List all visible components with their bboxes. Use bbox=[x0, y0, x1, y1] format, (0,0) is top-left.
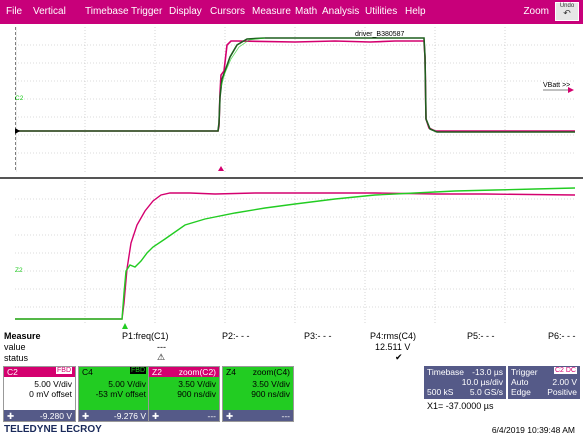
z2-tdiv: 900 ns/div bbox=[177, 389, 216, 399]
upper-waveform-grid[interactable]: driver_B380587 C2 VBatt >> bbox=[14, 27, 575, 172]
measure-row-status-label: status bbox=[4, 353, 29, 363]
menu-utilities[interactable]: Utilities bbox=[365, 6, 397, 17]
z2-channel-marker[interactable]: Z2 bbox=[15, 267, 23, 274]
trigger-box[interactable]: Trigger C2 DC Auto 2.00 V Edge Positive bbox=[508, 366, 580, 399]
zoom-label[interactable]: Zoom bbox=[523, 6, 549, 17]
timebase-box[interactable]: Timebase -13.0 µs 10.0 µs/div 500 kS 5.0… bbox=[424, 366, 506, 399]
checkmark-icon: ✔ bbox=[395, 352, 403, 362]
timebase-rate: 5.0 GS/s bbox=[469, 387, 503, 397]
c2-offset: 0 mV offset bbox=[29, 389, 72, 399]
menu-file[interactable]: File bbox=[6, 6, 22, 17]
timebase-label: Timebase bbox=[427, 367, 465, 377]
trigger-slope: Positive bbox=[547, 387, 577, 397]
lower-waveform-svg: Z2 bbox=[15, 181, 576, 325]
z4-id: Z4 bbox=[226, 367, 236, 377]
c4-vdiv: 5.00 V/div bbox=[108, 379, 146, 389]
measure-p4-name[interactable]: P4:rms(C4) bbox=[370, 331, 416, 341]
measure-p1-value: --- bbox=[157, 342, 166, 352]
menu-help[interactable]: Help bbox=[405, 6, 426, 17]
lower-gridlines bbox=[15, 181, 575, 325]
menu-timebase[interactable]: Timebase bbox=[85, 6, 129, 17]
channel-z2-box[interactable]: Z2 zoom(C2) 3.50 V/div 900 ns/div ✚ --- bbox=[148, 366, 220, 422]
measure-row-value-label: value bbox=[4, 342, 26, 352]
menu-analysis[interactable]: Analysis bbox=[322, 6, 359, 17]
trigger-type: Edge bbox=[511, 387, 531, 397]
z4-tag: zoom(C4) bbox=[252, 367, 290, 377]
measure-p2-name[interactable]: P2:- - - bbox=[222, 331, 250, 341]
z4-tdiv: 900 ns/div bbox=[251, 389, 290, 399]
c4-offset: -53 mV offset bbox=[95, 389, 146, 399]
c2-vdiv: 5.00 V/div bbox=[34, 379, 72, 389]
c4-id: C4 bbox=[82, 367, 93, 377]
c2-tag: FBD bbox=[56, 367, 72, 374]
z2-id: Z2 bbox=[152, 367, 162, 377]
c4-footer-icon: ✚ bbox=[82, 411, 90, 421]
brand-logo: TELEDYNE LECROY bbox=[4, 424, 102, 435]
menu-bar: File Vertical Timebase Trigger Display C… bbox=[0, 0, 583, 24]
c4-footer-value: -9.276 V bbox=[113, 411, 146, 421]
z4-footer-icon: ✚ bbox=[226, 411, 234, 421]
c4-tag: FBD bbox=[130, 367, 146, 374]
vbatt-label: VBatt >> bbox=[543, 82, 570, 89]
menu-vertical[interactable]: Vertical bbox=[33, 6, 66, 17]
z4-vdiv: 3.50 V/div bbox=[252, 379, 290, 389]
lower-waveform-grid[interactable]: Z2 bbox=[15, 181, 576, 325]
c2-footer-icon: ✚ bbox=[7, 411, 15, 421]
channel-c4-box[interactable]: C4 FBD 5.00 V/div -53 mV offset ✚ -9.276… bbox=[78, 366, 150, 422]
trigger-label: Trigger bbox=[511, 367, 538, 377]
z2-footer-value: --- bbox=[207, 411, 217, 421]
measure-p5-name[interactable]: P5:- - - bbox=[467, 331, 495, 341]
measure-p4-value: 12.511 V bbox=[375, 342, 411, 352]
measure-table: Measure value status P1:freq(C1) --- ⚠ P… bbox=[0, 329, 583, 365]
measure-p6-name[interactable]: P6:- - - bbox=[548, 331, 576, 341]
undo-icon: ↶ bbox=[563, 8, 571, 18]
trigger-tag: C2 DC bbox=[553, 367, 577, 374]
measure-p3-name[interactable]: P3:- - - bbox=[304, 331, 332, 341]
c2-channel-marker[interactable]: C2 bbox=[15, 95, 24, 102]
z4-footer-value: --- bbox=[281, 411, 291, 421]
menu-trigger[interactable]: Trigger bbox=[131, 6, 162, 17]
menu-measure[interactable]: Measure bbox=[252, 6, 291, 17]
undo-button[interactable]: Undo ↶ bbox=[555, 2, 579, 21]
trigger-mode: Auto bbox=[511, 377, 529, 387]
waveform-annotation: driver_B380587 bbox=[355, 31, 405, 38]
channel-c2-box[interactable]: C2 FBD 5.00 V/div 0 mV offset ✚ -9.280 V bbox=[3, 366, 76, 422]
timebase-div: 10.0 µs/div bbox=[461, 377, 503, 387]
warning-icon: ⚠ bbox=[157, 352, 166, 362]
menu-display[interactable]: Display bbox=[169, 6, 202, 17]
grid-separator bbox=[0, 177, 583, 179]
cursor-readout: X1= -37.0000 µs bbox=[427, 401, 494, 411]
channel-z4-box[interactable]: Z4 zoom(C4) 3.50 V/div 900 ns/div ✚ --- bbox=[222, 366, 294, 422]
timebase-samples: 500 kS bbox=[427, 387, 454, 397]
c2-id: C2 bbox=[7, 367, 18, 377]
z2-tag: zoom(C2) bbox=[178, 367, 216, 377]
ground-marker-icon bbox=[15, 128, 20, 134]
menu-cursors[interactable]: Cursors bbox=[210, 6, 245, 17]
measure-p1-name[interactable]: P1:freq(C1) bbox=[122, 331, 169, 341]
measure-header[interactable]: Measure bbox=[4, 331, 41, 341]
timestamp: 6/4/2019 10:39:48 AM bbox=[491, 425, 575, 435]
timebase-delay: -13.0 µs bbox=[472, 367, 503, 377]
trigger-level: 2.00 V bbox=[552, 377, 577, 387]
z2-vdiv: 3.50 V/div bbox=[178, 379, 216, 389]
vbatt-level-icon bbox=[568, 87, 574, 93]
z2-footer-icon: ✚ bbox=[152, 411, 160, 421]
menu-math[interactable]: Math bbox=[295, 6, 317, 17]
upper-gridlines bbox=[15, 27, 575, 172]
c2-footer-value: -9.280 V bbox=[39, 411, 72, 421]
upper-waveform-svg: driver_B380587 C2 VBatt >> bbox=[14, 27, 575, 172]
trigger-point-icon bbox=[218, 166, 224, 171]
